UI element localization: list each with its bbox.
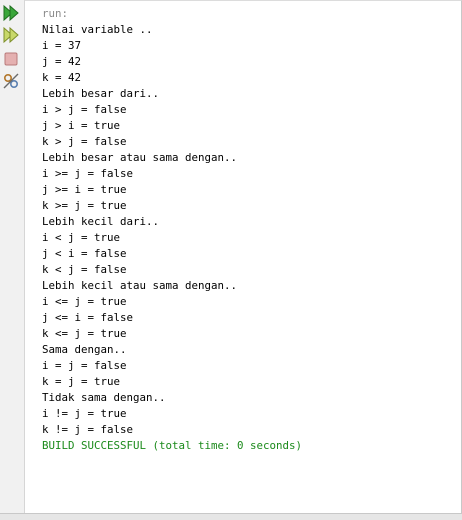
rerun-with-options-icon[interactable] [2,26,20,44]
output-line: Sama dengan.. [42,343,127,356]
stop-icon [4,52,18,66]
output-line: j = 42 [42,55,82,68]
output-line: j <= i = false [42,311,134,324]
output-line: i <= j = true [42,295,127,308]
output-line: i >= j = false [42,167,134,180]
output-line: j > i = true [42,119,121,132]
output-line: j < i = false [42,247,127,260]
output-line: Tidak sama dengan.. [42,391,166,404]
output-line: i = 37 [42,39,82,52]
output-line: i > j = false [42,103,127,116]
output-toolbar [0,0,25,514]
output-line: Nilai variable .. [42,23,153,36]
output-line: k <= j = true [42,327,127,340]
build-status-line: BUILD SUCCESSFUL (total time: 0 seconds) [42,439,303,452]
output-line: k = j = true [42,375,121,388]
settings-icon[interactable] [2,72,20,90]
output-line: Lebih besar dari.. [42,87,160,100]
output-line: i = j = false [42,359,127,372]
output-line: k >= j = true [42,199,127,212]
rerun-icon[interactable] [2,4,20,22]
output-console[interactable]: run: Nilai variable .. i = 37 j = 42 k = 42 L… [25,0,462,515]
output-line: Lebih kecil dari.. [42,215,160,228]
output-line: k = 42 [42,71,82,84]
run-line: run: [42,7,69,20]
output-line: i < j = true [42,231,121,244]
output-line: Lebih besar atau sama dengan.. [42,151,238,164]
output-line: j >= i = true [42,183,127,196]
output-line: Lebih kecil atau sama dengan.. [42,279,238,292]
horizontal-scrollbar[interactable] [0,513,462,520]
output-line: k < j = false [42,263,127,276]
output-line: k != j = false [42,423,134,436]
output-line: k > j = false [42,135,127,148]
output-line: i != j = true [42,407,127,420]
